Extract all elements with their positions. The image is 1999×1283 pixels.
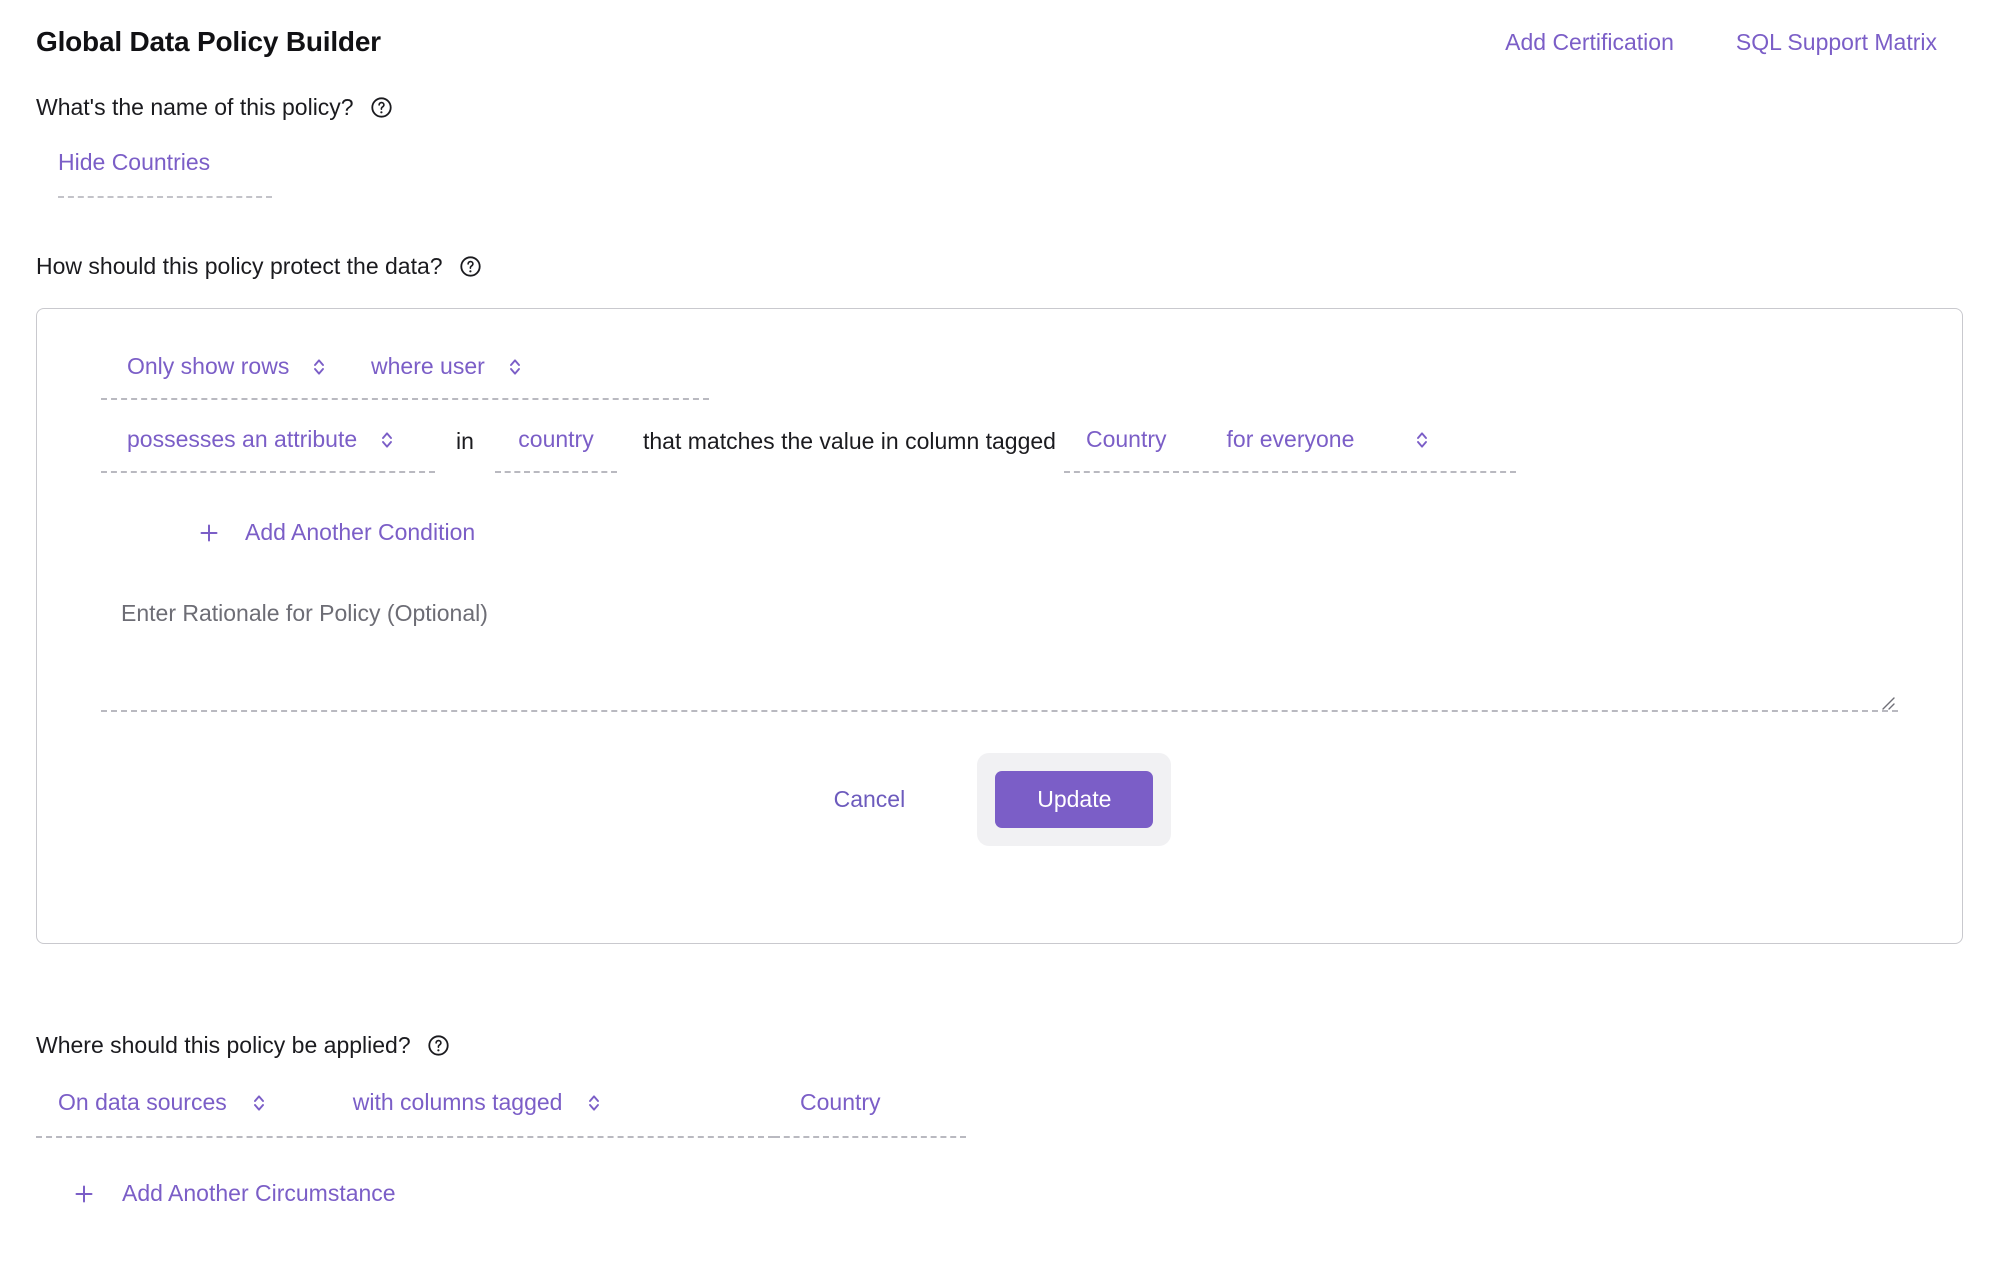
question-circle-icon[interactable] [370,96,393,119]
card-actions: Cancel Update [37,753,1962,846]
protect-question-row: How should this policy protect the data? [0,253,1999,280]
add-another-condition-label: Add Another Condition [245,519,476,545]
attribute-select-value[interactable]: country [518,426,593,453]
match-connector-text-wrap: that matches the value in column tagged [617,428,1064,473]
circumstance-target-filter-group[interactable]: On data sources with columns tagged [36,1089,774,1138]
add-another-circumstance-label: Add Another Circumstance [122,1180,396,1206]
page-title: Global Data Policy Builder [36,26,381,57]
header-actions: Add Certification SQL Support Matrix [1505,29,1963,56]
add-another-circumstance-button[interactable]: Add Another Circumstance [72,1180,396,1207]
sql-support-matrix-link[interactable]: SQL Support Matrix [1736,29,1937,56]
rationale-field-wrap [101,594,1898,717]
match-connector-text: that matches the value in column tagged [643,428,1056,454]
question-circle-icon[interactable] [459,255,482,278]
circumstance-row: On data sources with columns tagged Coun… [36,1089,1999,1138]
circumstance-tag-value[interactable]: Country [800,1089,881,1116]
action-select-value[interactable]: Only show rows [127,353,289,380]
plus-icon [72,1182,96,1206]
policy-name-question-row: What's the name of this policy? [0,94,1999,121]
update-button[interactable]: Update [995,771,1154,828]
condition-block: Only show rows where user possesses an a… [37,309,1962,546]
sort-updown-icon[interactable] [379,430,395,450]
sort-updown-icon[interactable] [507,357,523,377]
attribute-select[interactable]: country [495,426,617,473]
applied-question-label: Where should this policy be applied? [36,1032,411,1058]
policy-name-question-label: What's the name of this policy? [36,94,354,120]
circumstance-tag-select[interactable]: Country [774,1089,966,1138]
circumstance-filter-value[interactable]: with columns tagged [353,1089,563,1116]
policy-name-field-wrap: Hide Countries [36,149,272,198]
predicate-select-value[interactable]: possesses an attribute [127,426,357,453]
condition-row-2: possesses an attribute in country that m… [101,426,1962,473]
sort-updown-icon[interactable] [1414,430,1430,450]
applied-question-row: Where should this policy be applied? [0,1032,1999,1059]
sort-updown-icon[interactable] [251,1093,267,1113]
scope-select-value[interactable]: for everyone [1227,426,1355,453]
action-select[interactable]: Only show rows [101,353,329,380]
sort-updown-icon[interactable] [311,357,327,377]
subject-select-value[interactable]: where user [371,353,485,380]
sort-updown-icon[interactable] [586,1093,602,1113]
page-header: Global Data Policy Builder Add Certifica… [0,0,1999,58]
subject-select[interactable]: where user [329,353,523,380]
predicate-select[interactable]: possesses an attribute [101,426,435,473]
policy-condition-card: Only show rows where user possesses an a… [36,308,1963,944]
protect-question-label: How should this policy protect the data? [36,253,443,279]
rationale-textarea[interactable] [101,594,1898,712]
add-another-condition-button[interactable]: Add Another Condition [197,519,475,546]
condition-row-1: Only show rows where user [101,353,709,400]
in-connector-text: in [456,428,474,454]
add-certification-link[interactable]: Add Certification [1505,29,1674,56]
circumstance-target-value[interactable]: On data sources [58,1089,227,1116]
question-circle-icon[interactable] [427,1034,450,1057]
resize-grip-icon[interactable] [1878,693,1896,711]
cancel-button[interactable]: Cancel [828,776,912,823]
policy-name-value[interactable]: Hide Countries [58,149,210,175]
in-connector-text-wrap: in [435,428,495,473]
update-button-focus-ring: Update [977,753,1172,846]
policy-name-input[interactable]: Hide Countries [58,149,272,198]
plus-icon [197,521,221,545]
tag-and-scope-select[interactable]: Country for everyone [1063,426,1516,473]
column-tag-value[interactable]: Country [1086,426,1167,453]
